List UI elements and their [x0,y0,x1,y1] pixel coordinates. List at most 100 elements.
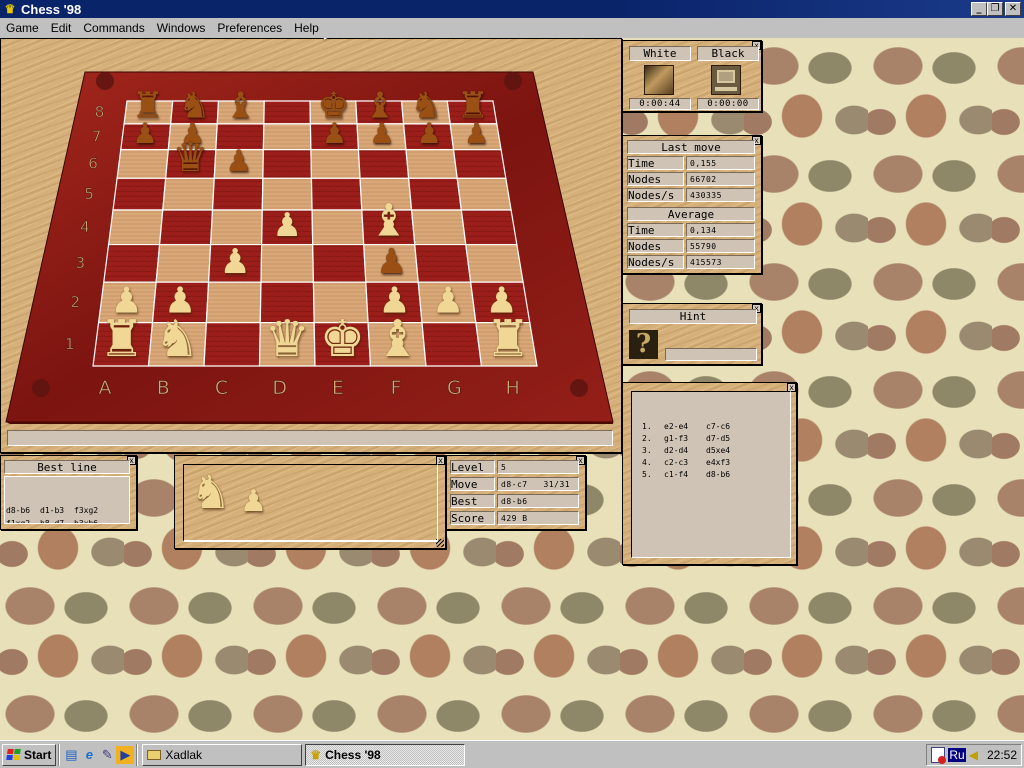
white-rook-a1[interactable]: ♜ [97,313,147,365]
black-pawn-h7[interactable]: ♟ [452,120,502,148]
menu-commands[interactable]: Commands [77,21,150,35]
file-label: B [157,377,170,399]
taskbar-separator [58,743,61,766]
white-move: g1-f3 [664,434,689,443]
file-label: E [332,377,344,399]
square-h4[interactable] [460,209,518,246]
rank-label: 6 [88,155,98,173]
square-g1[interactable] [421,321,483,367]
white-bishop-f4[interactable]: ♝ [364,199,414,244]
media-player-icon[interactable]: ▶ [116,745,135,764]
workspace: 87654321ABCDEFGH ♜ ♞ ♝ ♚ ♝ ♞ ♜ ♟ ♟ ♟ ♟ ♟ ♟ ♛ ♟ ♟ ♟ ♝ ♟ ♟ ♟ ♟ ♟… [0,38,1024,740]
square-c2[interactable] [205,281,262,324]
square-f6[interactable] [357,149,410,179]
avg-nps-value: 415573 [686,255,755,269]
corner-ornament-icon [504,72,522,90]
restore-button[interactable]: ❐ [987,2,1003,16]
white-bishop-f1[interactable]: ♝ [373,313,423,365]
move-number: 2. [642,434,652,443]
corner-ornament-icon [570,379,588,397]
square-d3[interactable] [260,243,315,283]
internet-explorer-icon[interactable]: e [80,746,98,764]
black-pawn-f7[interactable]: ♟ [357,120,407,148]
captured-pawn-icon: ♟ [240,484,267,519]
black-pawn-e7[interactable]: ♟ [309,120,359,148]
close-button[interactable]: ✕ [1005,2,1021,16]
square-h5[interactable] [456,177,512,211]
square-h3[interactable] [465,243,524,283]
square-d7[interactable] [262,123,312,151]
square-g3[interactable] [414,243,472,283]
white-rook-h1[interactable]: ♜ [483,313,533,365]
square-e4[interactable] [311,209,365,246]
score-value: 429 B [497,511,579,525]
rank-label: 4 [80,218,90,236]
square-a6[interactable] [116,149,169,179]
white-pawn-g2[interactable]: ♟ [423,283,473,320]
square-d6[interactable] [262,149,313,179]
scheduler-icon[interactable] [931,747,947,764]
start-button[interactable]: Start [2,743,57,766]
black-player-label: Black [697,46,759,61]
white-knight-b1[interactable]: ♞ [152,313,202,365]
move-row[interactable]: 3. d2-d4 d5xe4 [632,445,790,457]
black-pawn-c6[interactable]: ♟ [214,147,264,177]
question-mark-icon[interactable]: ? [629,330,658,359]
captured-window: x ♞ ♟ [174,455,446,549]
square-g4[interactable] [410,209,467,246]
square-c4[interactable] [210,209,263,246]
square-e5[interactable] [310,177,363,211]
move-row[interactable]: 2. g1-f3 d7-d5 [632,433,790,445]
hint-window: x Hint ? [622,303,762,365]
black-pawn-g7[interactable]: ♟ [404,120,454,148]
square-h6[interactable] [452,149,507,179]
language-indicator[interactable]: Ru [948,748,966,762]
rank-label: 2 [70,293,80,311]
square-b4[interactable] [158,209,214,246]
menu-windows[interactable]: Windows [151,21,212,35]
white-king-e1[interactable]: ♚ [317,313,367,365]
file-label: F [391,377,402,399]
move-list[interactable]: 1. e2-e4 c7-c6 2. g1-f3 d7-d5 3. d2-d4 d5xe4 4. c2… [631,391,791,558]
square-d5[interactable] [261,177,313,211]
square-e6[interactable] [310,149,361,179]
outlook-express-icon[interactable]: ✎ [98,746,116,764]
volume-icon[interactable]: ◀ [969,748,978,762]
show-desktop-icon[interactable]: ▤ [62,746,80,764]
task-xadlak[interactable]: Xadlak [142,743,303,766]
menu-edit[interactable]: Edit [45,21,78,35]
square-a3[interactable] [103,243,161,283]
black-queen-b6[interactable]: ♛ [165,138,215,178]
black-bishop-c8[interactable]: ♝ [216,88,266,125]
white-queen-d1[interactable]: ♛ [262,313,312,365]
white-pawn-c3[interactable]: ♟ [210,245,260,280]
black-pawn-a7[interactable]: ♟ [120,120,170,148]
square-g5[interactable] [407,177,463,211]
square-c1[interactable] [203,321,261,367]
task-chess98[interactable]: ♛ Chess '98 [305,743,466,766]
frame-edge [6,422,613,424]
square-b5[interactable] [162,177,215,211]
square-d8[interactable] [263,100,312,125]
square-g6[interactable] [405,149,458,179]
move-row[interactable]: 1. e2-e4 c7-c6 [632,421,790,433]
move-row[interactable]: 5. c1-f4 d8-b6 [632,469,790,481]
square-a5[interactable] [112,177,167,211]
menu-game[interactable]: Game [0,21,45,35]
clock: 22:52 [986,748,1017,762]
square-c5[interactable] [211,177,264,211]
white-move: e2-e4 [664,422,689,431]
black-pawn-f3[interactable]: ♟ [366,245,416,280]
square-a4[interactable] [107,209,164,246]
menu-help[interactable]: Help [288,21,325,35]
minimize-button[interactable]: _ [971,2,987,16]
resize-grip-icon[interactable] [436,539,444,547]
move-row[interactable]: 4. c2-c3 e4xf3 [632,457,790,469]
white-pawn-d4[interactable]: ♟ [262,209,312,243]
square-e3[interactable] [312,243,367,283]
file-label: C [215,377,228,399]
square-b3[interactable] [155,243,212,283]
white-move: c2-c3 [664,458,689,467]
best-line-moves: d8-b6d1-b3f3xg2f1xg2b8-d7b3xb6a7xb6 [4,476,130,524]
menu-preferences[interactable]: Preferences [211,21,288,35]
